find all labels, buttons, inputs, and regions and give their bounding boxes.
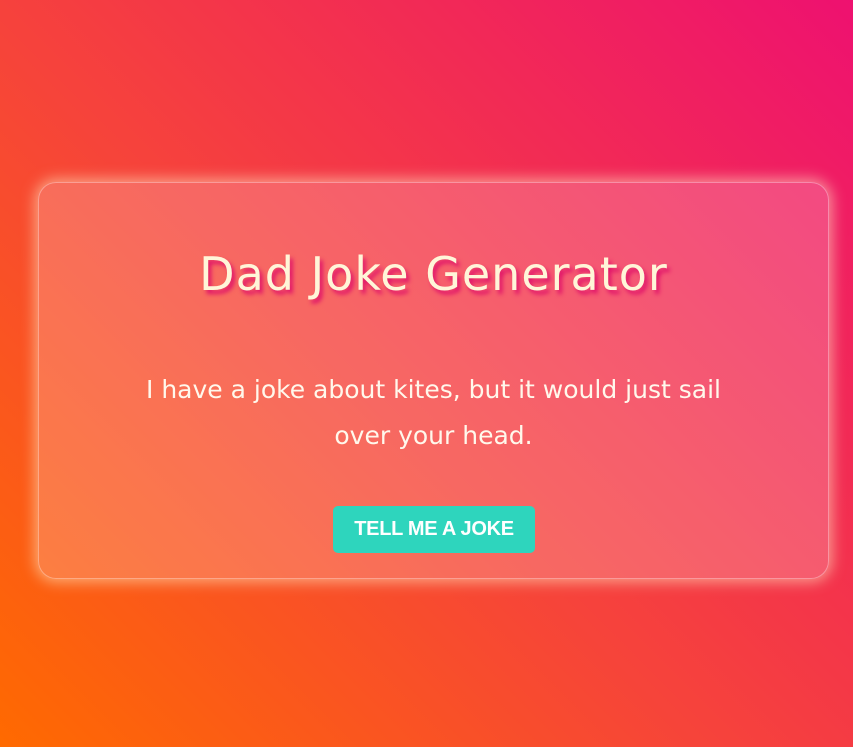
tell-joke-button[interactable]: TELL ME A JOKE — [333, 506, 535, 553]
joke-card: Dad Joke Generator I have a joke about k… — [38, 182, 829, 579]
joke-text: I have a joke about kites, but it would … — [146, 375, 721, 450]
page-title: Dad Joke Generator — [199, 247, 668, 301]
